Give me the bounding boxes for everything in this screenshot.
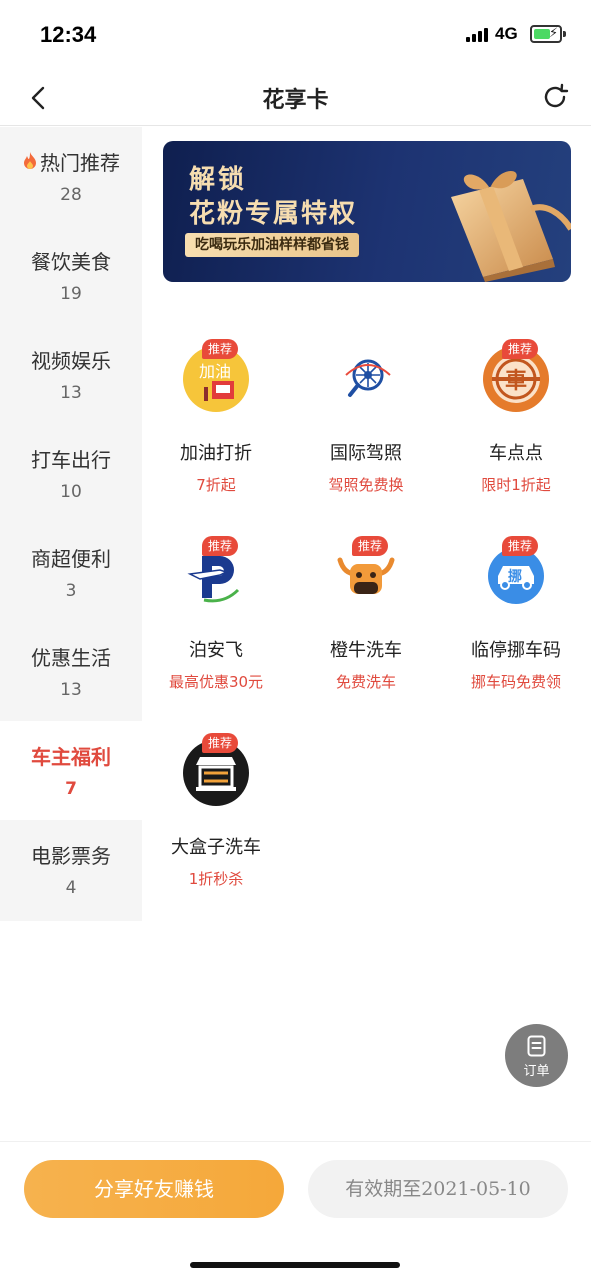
promo-banner[interactable]: 解锁 花粉专属特权 吃喝玩乐加油样样都省钱 — [163, 141, 571, 282]
network-label: 4G — [495, 24, 518, 43]
share-button[interactable]: 分享好友赚钱 — [24, 1160, 284, 1218]
banner-line2: 花粉专属特权 — [189, 199, 358, 229]
car-char-text: 車 — [505, 369, 527, 394]
recommend-badge: 推荐 — [202, 733, 239, 753]
category-sidebar: 热门推荐 28 餐饮美食 19 视频娱乐 13 打车出行 10 商超便利 3 优… — [0, 127, 142, 921]
service-name: 车点点 — [489, 443, 543, 464]
service-desc: 7折起 — [196, 476, 236, 494]
recommend-badge: 推荐 — [502, 536, 539, 556]
signal-icon — [466, 28, 490, 42]
sidebar-item-label: 商超便利 — [31, 547, 111, 571]
status-bar: 12:34 4G ⚡ — [0, 0, 591, 70]
nav-bar: 花享卡 — [0, 70, 591, 126]
move-icon-text: 挪 — [508, 568, 522, 585]
fuel-icon-text: 加油 — [199, 362, 231, 381]
order-label: 订单 — [523, 1064, 550, 1079]
order-icon — [527, 1035, 546, 1057]
sidebar-item-count: 4 — [65, 878, 77, 898]
sidebar-item-movie[interactable]: 电影票务 4 — [0, 820, 142, 919]
service-name: 泊安飞 — [189, 640, 243, 661]
sidebar-item-video[interactable]: 视频娱乐 13 — [0, 325, 142, 424]
order-float-button[interactable]: 订单 — [505, 1024, 568, 1087]
sidebar-item-label: 电影票务 — [31, 844, 111, 868]
service-desc: 1折秒杀 — [188, 870, 244, 888]
refresh-icon[interactable] — [538, 80, 572, 114]
recommend-badge: 推荐 — [202, 339, 239, 359]
banner-tagline: 吃喝玩乐加油样样都省钱 — [185, 233, 359, 257]
sidebar-item-label: 打车出行 — [31, 448, 111, 472]
service-desc: 限时1折起 — [481, 476, 551, 494]
service-card[interactable]: 推荐 泊安飞 最高优惠30元 — [146, 536, 286, 712]
service-name: 临停挪车码 — [471, 640, 561, 661]
service-name: 大盒子洗车 — [171, 837, 261, 858]
service-name: 加油打折 — [180, 443, 252, 464]
sidebar-item-count: 10 — [60, 482, 82, 502]
home-indicator — [190, 1262, 400, 1268]
fire-icon — [24, 152, 36, 169]
sidebar-item-life[interactable]: 优惠生活 13 — [0, 622, 142, 721]
gift-box-icon — [451, 170, 571, 282]
sidebar-item-count: 19 — [60, 284, 82, 304]
validity-label: 有效期至2021-05-10 — [308, 1160, 568, 1218]
service-desc: 驾照免费换 — [328, 476, 404, 494]
sidebar-item-count: 13 — [60, 383, 82, 403]
recommend-badge: 推荐 — [202, 536, 239, 556]
sidebar-item-taxi[interactable]: 打车出行 10 — [0, 424, 142, 523]
sidebar-item-count: 7 — [65, 779, 77, 799]
sidebar-item-label: 热门推荐 — [40, 151, 120, 175]
sidebar-item-market[interactable]: 商超便利 3 — [0, 523, 142, 622]
service-card[interactable]: 挪 推荐 临停挪车码 挪车码免费领 — [446, 536, 586, 712]
license-icon — [332, 345, 400, 413]
service-card[interactable]: 国际驾照 驾照免费换 — [296, 345, 436, 515]
sidebar-item-count: 28 — [60, 185, 82, 205]
service-name: 橙牛洗车 — [330, 640, 402, 661]
recommend-badge: 推荐 — [352, 536, 389, 556]
battery-icon: ⚡ — [530, 25, 566, 43]
sidebar-item-label: 餐饮美食 — [31, 250, 111, 274]
page-title: 花享卡 — [262, 88, 329, 113]
service-desc: 免费洗车 — [335, 673, 396, 691]
sidebar-item-count: 3 — [65, 581, 77, 601]
service-desc: 挪车码免费领 — [470, 673, 561, 691]
sidebar-item-label: 车主福利 — [31, 745, 111, 769]
sidebar-item-label: 视频娱乐 — [31, 349, 111, 373]
service-card[interactable]: 推荐 橙牛洗车 免费洗车 — [296, 536, 436, 712]
service-card[interactable]: 加油 推荐 加油打折 7折起 — [146, 339, 286, 515]
sidebar-item-car-owner[interactable]: 车主福利 7 — [0, 721, 142, 820]
sidebar-item-food[interactable]: 餐饮美食 19 — [0, 226, 142, 325]
sidebar-item-label: 优惠生活 — [31, 646, 111, 670]
status-time: 12:34 — [40, 22, 97, 47]
service-card[interactable]: 車 推荐 车点点 限时1折起 — [446, 339, 586, 515]
bottom-bar: 分享好友赚钱 有效期至2021-05-10 — [0, 1141, 591, 1280]
recommend-badge: 推荐 — [502, 339, 539, 359]
service-desc: 最高优惠30元 — [168, 673, 264, 691]
sidebar-item-count: 13 — [60, 680, 82, 700]
sidebar-item-hot[interactable]: 热门推荐 28 — [0, 127, 142, 226]
service-name: 国际驾照 — [330, 443, 402, 464]
banner-line1: 解锁 — [189, 165, 248, 195]
service-card[interactable]: 推荐 大盒子洗车 1折秒杀 — [146, 733, 286, 909]
